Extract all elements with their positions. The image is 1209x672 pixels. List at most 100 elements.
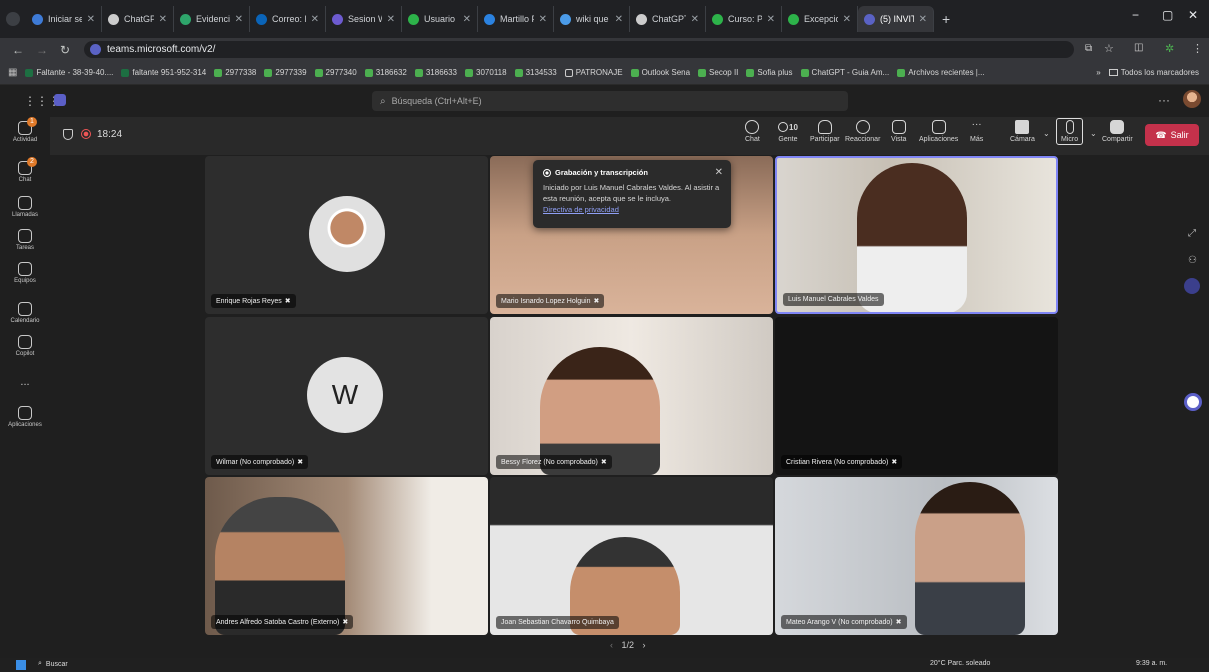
browser-tab[interactable]: Usuario | A ✕: [402, 6, 478, 32]
share-button[interactable]: Compartir: [1102, 120, 1133, 143]
cast-icon[interactable]: ⧉: [1085, 43, 1092, 54]
apps-grid-icon[interactable]: ▦: [8, 67, 17, 78]
browser-tab[interactable]: Correo: Enri ✕: [250, 6, 326, 32]
rail-item-copilot[interactable]: Copilot: [0, 335, 50, 357]
extension-green-icon[interactable]: ✲: [1165, 42, 1174, 55]
bookmark-item[interactable]: 3070118: [465, 68, 507, 77]
close-tab-icon[interactable]: ✕: [387, 14, 395, 25]
bookmark-item[interactable]: faltante 951-952-314: [121, 68, 206, 77]
participant-tile[interactable]: Bessy Florez (No comprobado) ✖: [490, 317, 773, 475]
leave-button[interactable]: ☎ Salir: [1145, 124, 1199, 146]
apps-button[interactable]: Aplicaciones: [919, 120, 958, 143]
browser-tab[interactable]: Evidencia fol ✕: [174, 6, 250, 32]
more-button[interactable]: ··· Más: [970, 120, 983, 144]
browser-tab[interactable]: Excepciones ✕: [782, 6, 858, 32]
view-button[interactable]: Vista: [891, 120, 906, 143]
next-page-icon[interactable]: ›: [643, 640, 646, 650]
bookmark-item[interactable]: 2977338: [214, 68, 256, 77]
bookmark-item[interactable]: 2977340: [314, 68, 357, 77]
bookmarks-more[interactable]: »: [1096, 68, 1100, 77]
taskbar-search[interactable]: ⌕ Buscar: [38, 660, 68, 668]
raise-hand-button[interactable]: Participar: [810, 120, 840, 143]
search-input[interactable]: ⌕ Búsqueda (Ctrl+Alt+E): [372, 91, 848, 111]
rail-item-llamadas[interactable]: Llamadas: [0, 196, 50, 218]
browser-tab[interactable]: Sesion Web ✕: [326, 6, 402, 32]
camera-options-chevron-icon[interactable]: ⌄: [1043, 129, 1050, 138]
bookmark-item[interactable]: Sofia plus: [746, 68, 793, 77]
close-tab-icon[interactable]: ✕: [843, 14, 851, 25]
browser-tab[interactable]: wiki que es ✕: [554, 6, 630, 32]
more-options-icon[interactable]: ···: [1158, 93, 1170, 107]
browser-menu-icon[interactable]: ⋮: [1192, 42, 1203, 55]
copilot-side-icon[interactable]: [1184, 278, 1200, 294]
bookmark-item[interactable]: PATRONAJE: [564, 68, 623, 77]
participant-tile[interactable]: Joan Sebastian Chavarro Quimbaya: [490, 477, 773, 635]
close-tab-icon[interactable]: ✕: [87, 14, 95, 25]
browser-tab[interactable]: ChatGPT ✕: [102, 6, 174, 32]
avatar[interactable]: [1183, 90, 1201, 108]
minimize-icon[interactable]: −: [1132, 8, 1139, 22]
chat-button[interactable]: Chat: [745, 120, 760, 143]
participant-tile[interactable]: Enrique Rojas Reyes ✖: [205, 156, 488, 314]
rail-item-equipos[interactable]: Equipos: [0, 262, 50, 284]
browser-tab[interactable]: ChatGPT - l ✕: [630, 6, 706, 32]
clock[interactable]: 9:39 a. m.: [1136, 660, 1167, 667]
new-tab-button[interactable]: +: [942, 11, 950, 27]
bookmark-item[interactable]: 3134533: [514, 68, 557, 77]
rail-item-chat[interactable]: 2 Chat: [0, 157, 50, 183]
rail-item-aplicaciones[interactable]: Aplicaciones: [0, 406, 50, 428]
rail-item-[interactable]: ...: [0, 376, 50, 388]
close-tab-icon[interactable]: ✕: [539, 14, 547, 25]
url-bar[interactable]: teams.microsoft.com/v2/: [84, 41, 1074, 58]
bookmark-item[interactable]: Faltante - 38-39-40....: [25, 68, 113, 77]
participant-tile[interactable]: Mateo Arango V (No comprobado) ✖: [775, 477, 1058, 635]
browser-tab[interactable]: (5) INVIT ✕: [858, 6, 934, 32]
bookmark-item[interactable]: ChatGPT - Guia Am...: [800, 68, 889, 77]
close-tab-icon[interactable]: ✕: [615, 14, 623, 25]
camera-button[interactable]: Cámara: [1010, 120, 1035, 143]
browser-tab[interactable]: Curso: PATR ✕: [706, 6, 782, 32]
reload-icon[interactable]: ↻: [60, 43, 70, 57]
participant-tile[interactable]: Cristian Rivera (No comprobado) ✖: [775, 317, 1058, 475]
tab-search-icon[interactable]: [6, 12, 20, 26]
privacy-policy-link[interactable]: Directiva de privacidad: [543, 205, 619, 214]
bookmark-item[interactable]: 3186633: [414, 68, 457, 77]
bookmark-item[interactable]: Archivos recientes |...: [897, 68, 985, 77]
close-tab-icon[interactable]: ✕: [463, 14, 471, 25]
participant-tile[interactable]: Andres Alfredo Satoba Castro (Externo) ✖: [205, 477, 488, 635]
forward-icon[interactable]: →: [36, 43, 48, 57]
people-button[interactable]: 10 Gente: [778, 120, 798, 143]
bookmark-star-icon[interactable]: ☆: [1104, 42, 1114, 55]
browser-tab[interactable]: Iniciar sesión ✕: [26, 6, 102, 32]
react-button[interactable]: Reaccionar: [845, 120, 880, 143]
close-tab-icon[interactable]: ✕: [159, 14, 167, 25]
participant-tile[interactable]: W Wilmar (No comprobado) ✖: [205, 317, 488, 475]
start-icon[interactable]: [16, 660, 26, 670]
bookmark-item[interactable]: 2977339: [264, 68, 307, 77]
rail-item-tareas[interactable]: Tareas: [0, 229, 50, 251]
mic-button[interactable]: Micro: [1056, 118, 1084, 145]
people-panel-icon[interactable]: ⚇: [1188, 255, 1197, 266]
close-tab-icon[interactable]: ✕: [235, 14, 243, 25]
participant-tile-active-speaker[interactable]: Luis Manuel Cabrales Valdes: [775, 156, 1058, 314]
close-window-icon[interactable]: ✕: [1188, 8, 1198, 22]
fullscreen-icon[interactable]: ⤢: [1188, 228, 1196, 239]
prev-page-icon[interactable]: ‹: [610, 640, 613, 650]
close-tab-icon[interactable]: ✕: [311, 14, 319, 25]
close-popup-icon[interactable]: ✕: [715, 167, 723, 178]
mic-options-chevron-icon[interactable]: ⌄: [1090, 129, 1097, 138]
extensions-icon[interactable]: ◫: [1134, 42, 1143, 53]
rail-item-actividad[interactable]: 1 Actividad: [0, 117, 50, 143]
browser-tab[interactable]: Martillo Pat ✕: [478, 6, 554, 32]
bookmark-item[interactable]: Outlook Sena: [630, 68, 690, 77]
bookmark-item[interactable]: Secop II: [698, 68, 738, 77]
close-tab-icon[interactable]: ✕: [919, 14, 927, 25]
rail-item-calendario[interactable]: Calendario: [0, 302, 50, 324]
weather-widget[interactable]: 20°C Parc. soleado: [930, 660, 990, 667]
loop-side-icon[interactable]: [1184, 393, 1202, 411]
back-icon[interactable]: ←: [12, 43, 24, 57]
close-tab-icon[interactable]: ✕: [767, 14, 775, 25]
restore-icon[interactable]: ▢: [1162, 8, 1173, 22]
all-bookmarks-folder[interactable]: Todos los marcadores: [1108, 68, 1199, 77]
close-tab-icon[interactable]: ✕: [691, 14, 699, 25]
